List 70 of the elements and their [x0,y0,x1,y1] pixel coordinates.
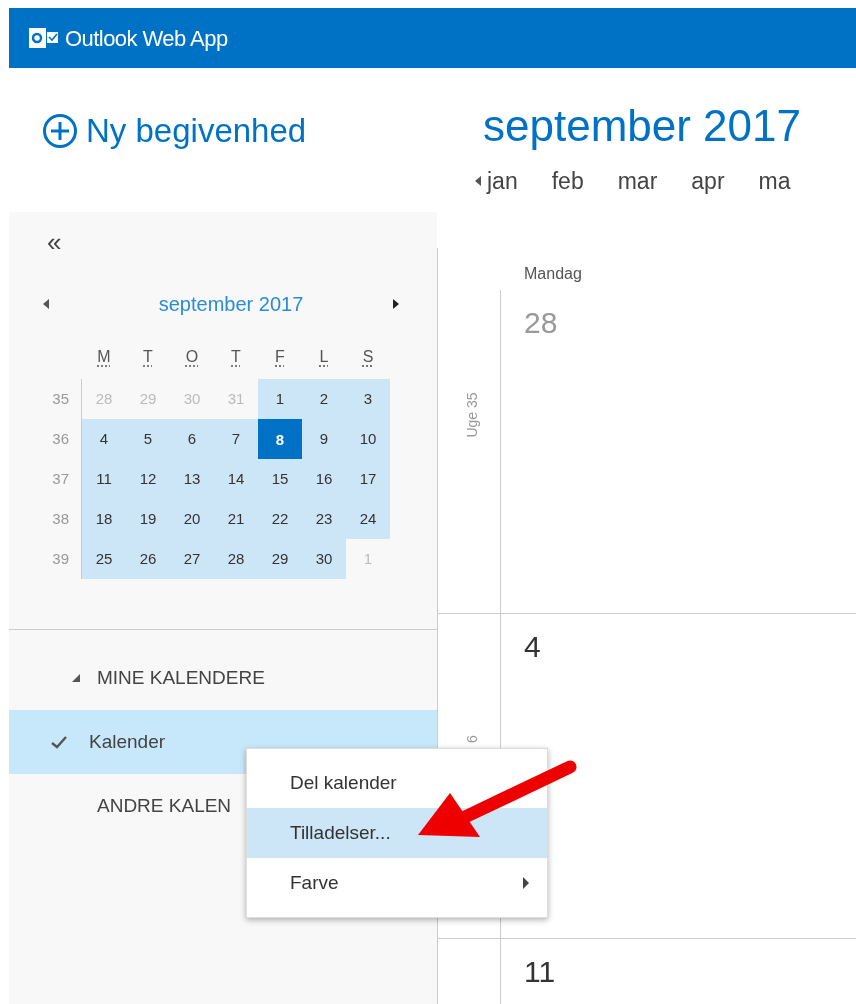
week-number: 39 [51,549,70,569]
month-link[interactable]: apr [691,164,725,199]
weekday-label: T [142,346,154,367]
new-event-button[interactable]: Ny begivenhed [42,106,307,156]
menu-item[interactable]: Farve [247,858,547,908]
menu-item[interactable]: Del kalender [247,758,547,808]
date-cell[interactable]: 19 [126,499,170,539]
date-cell[interactable]: 25 [82,539,126,579]
date-cell[interactable]: 23 [302,499,346,539]
day-number: 4 [524,630,541,663]
weekday-label: F [274,346,286,367]
date-cell[interactable]: 9 [302,419,346,459]
next-month-icon[interactable] [393,299,399,309]
month-link[interactable]: feb [551,164,584,199]
date-cell[interactable]: 13 [170,459,214,499]
mail-logo-icon [29,26,59,50]
date-cell[interactable]: 15 [258,459,302,499]
date-cell[interactable]: 29 [258,539,302,579]
week-number: 36 [51,429,70,449]
date-cell[interactable]: 28 [214,539,258,579]
date-cell[interactable]: 30 [302,539,346,579]
calendar-group-header[interactable]: ANDRE KALEN [97,791,232,821]
date-cell[interactable]: 26 [126,539,170,579]
date-cell[interactable]: 7 [214,419,258,459]
week-number: 37 [51,469,70,489]
weekday-label: T [230,346,242,367]
date-cell[interactable]: 21 [214,499,258,539]
date-cell[interactable]: 22 [258,499,302,539]
date-cell[interactable]: 24 [346,499,390,539]
calendar-name: Kalender [89,729,166,754]
day-number: 28 [524,306,558,339]
date-cell[interactable]: 8 [258,419,302,459]
date-cell[interactable]: 27 [170,539,214,579]
date-cell[interactable]: 3 [346,379,390,419]
date-cell[interactable]: 11 [82,459,126,499]
week-number: 38 [51,509,70,529]
app-title: Outlook Web App [65,24,228,53]
date-cell[interactable]: 14 [214,459,258,499]
date-cell[interactable]: 12 [126,459,170,499]
week-label: 6 [463,735,476,743]
checkmark-icon[interactable] [51,735,67,749]
date-cell[interactable]: 16 [302,459,346,499]
date-cell[interactable]: 1 [258,379,302,419]
view-title: september 2017 [483,100,802,152]
weekday-label: S [361,346,375,367]
month-link[interactable]: jan [487,164,518,199]
add-circle-icon [42,112,78,149]
week-number: 35 [51,389,70,409]
month-link[interactable]: ma [758,164,791,199]
date-cell[interactable]: 4 [82,419,126,459]
mini-calendar-title: september 2017 [157,292,305,317]
previous-month-icon[interactable] [43,299,49,309]
expanded-triangle-icon[interactable] [72,674,80,682]
date-cell[interactable]: 20 [170,499,214,539]
date-cell[interactable]: 10 [346,419,390,459]
date-cell[interactable]: 2 [302,379,346,419]
calendar-group-header[interactable]: MINE KALENDERE [97,663,265,693]
weekday-label: L [318,346,330,367]
date-cell[interactable]: 18 [82,499,126,539]
day-number: 11 [524,955,556,988]
collapse-button[interactable]: « [47,227,62,257]
month-link[interactable]: mar [617,164,658,199]
previous-arrow-icon[interactable] [475,176,481,187]
weekday-label: O [184,346,200,367]
menu-item[interactable]: Tilladelser... [247,808,547,858]
date-cell[interactable]: 6 [170,419,214,459]
day-header: Mandag [524,265,582,282]
date-cell[interactable]: 5 [126,419,170,459]
weekday-label: M [96,346,112,367]
date-cell[interactable]: 17 [346,459,390,499]
